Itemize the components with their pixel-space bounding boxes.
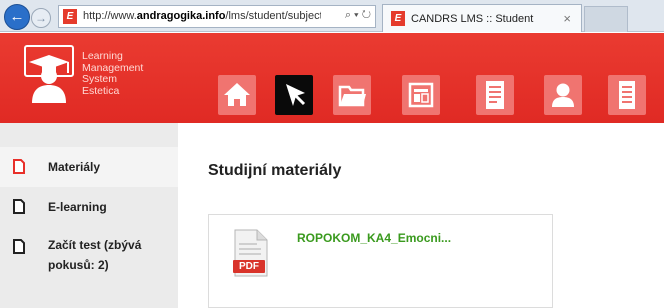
url-domain: andragogika.info: [136, 10, 226, 22]
menu-item-tests[interactable]: Testy: [471, 75, 519, 155]
menu-tile: [218, 75, 256, 115]
logo-line-4: Estetica: [82, 84, 120, 97]
menu-tile: [333, 75, 371, 115]
address-tools-icon[interactable]: ⌕ ▾ ↻: [345, 9, 371, 22]
new-tab-button[interactable]: [584, 6, 628, 32]
menu-item-materials[interactable]: Materiály: [328, 75, 376, 155]
tab-title: CANDRS LMS :: Student: [411, 13, 534, 25]
menu-item-home[interactable]: Domů: [213, 75, 261, 155]
url-prefix: http://www.: [83, 10, 137, 22]
tab-close-icon[interactable]: ×: [563, 11, 571, 26]
browser-tab[interactable]: E CANDRS LMS :: Student ×: [382, 4, 582, 32]
sidebar-item-label-line2: pokusů: 2): [48, 258, 109, 272]
menu-label-eindex: E-index: [607, 127, 647, 139]
material-file-link[interactable]: ROPOKOM_KA4_Emocni...: [297, 231, 451, 245]
sidebar: Materiály E-learning Začít test (zbývá p…: [0, 123, 178, 308]
document-icon: [13, 199, 25, 214]
document-icon: [13, 159, 25, 174]
sidebar-item-label: Materiály: [48, 160, 101, 174]
sidebar-item-start-test[interactable]: Začít test (zbývá pokusů: 2): [0, 229, 178, 279]
sidebar-item-materials[interactable]: Materiály: [0, 147, 178, 187]
browser-toolbar: ← → E http://www.andragogika.info/lms/st…: [0, 0, 664, 32]
back-arrow-icon: ←: [9, 8, 25, 25]
menu-tile: [608, 75, 646, 115]
logo-line-3: System: [82, 73, 118, 85]
forward-button[interactable]: →: [31, 8, 51, 28]
graduate-logo-icon: [24, 45, 74, 103]
tests-icon: [486, 81, 504, 109]
profile-icon: [552, 83, 574, 107]
subjects-icon: [286, 84, 306, 106]
menu-item-elearning[interactable]: E-learning: [394, 75, 448, 155]
url-path: /lms/student/subject/ma: [225, 10, 321, 22]
menu-tile-active: [275, 75, 313, 115]
material-card[interactable]: PDF ROPOKOM_KA4_Emocni...: [208, 214, 553, 308]
home-icon: [224, 83, 250, 106]
menu-item-profile[interactable]: Můj profil: [538, 75, 588, 155]
menu-label-materials: Materiály: [328, 127, 376, 139]
site-favicon-icon: E: [63, 9, 77, 24]
tab-favicon-icon: E: [391, 11, 405, 26]
folder-icon: [338, 85, 366, 107]
app-header: Learning Management System Estetica Domů…: [0, 33, 664, 139]
forward-arrow-icon: →: [35, 11, 47, 25]
menu-item-eindex[interactable]: E-index: [603, 75, 651, 155]
sidebar-item-elearning[interactable]: E-learning: [0, 189, 178, 225]
eindex-icon: [619, 81, 635, 109]
menu-tile: [476, 75, 514, 115]
sidebar-item-label-line1: Začít test (zbývá: [48, 238, 142, 252]
logo-line-1: Learning: [82, 50, 123, 62]
elearning-icon: [408, 82, 434, 108]
menu-tile: [544, 75, 582, 115]
address-bar[interactable]: E http://www.andragogika.info/lms/studen…: [58, 5, 376, 28]
back-button[interactable]: ←: [4, 4, 30, 30]
menu-item-subjects[interactable]: Předměty: [269, 75, 319, 155]
document-icon: [13, 239, 25, 254]
page-title: Studijní materiály: [208, 162, 342, 179]
address-url[interactable]: http://www.andragogika.info/lms/student/…: [83, 10, 321, 22]
pdf-badge: PDF: [239, 261, 259, 272]
menu-label-tests: Testy: [481, 127, 509, 139]
menu-label-elearning: E-learning: [394, 127, 448, 139]
menu-tile: [402, 75, 440, 115]
logo-text: Learning Management System Estetica: [82, 50, 143, 97]
sidebar-item-label: E-learning: [48, 200, 107, 214]
